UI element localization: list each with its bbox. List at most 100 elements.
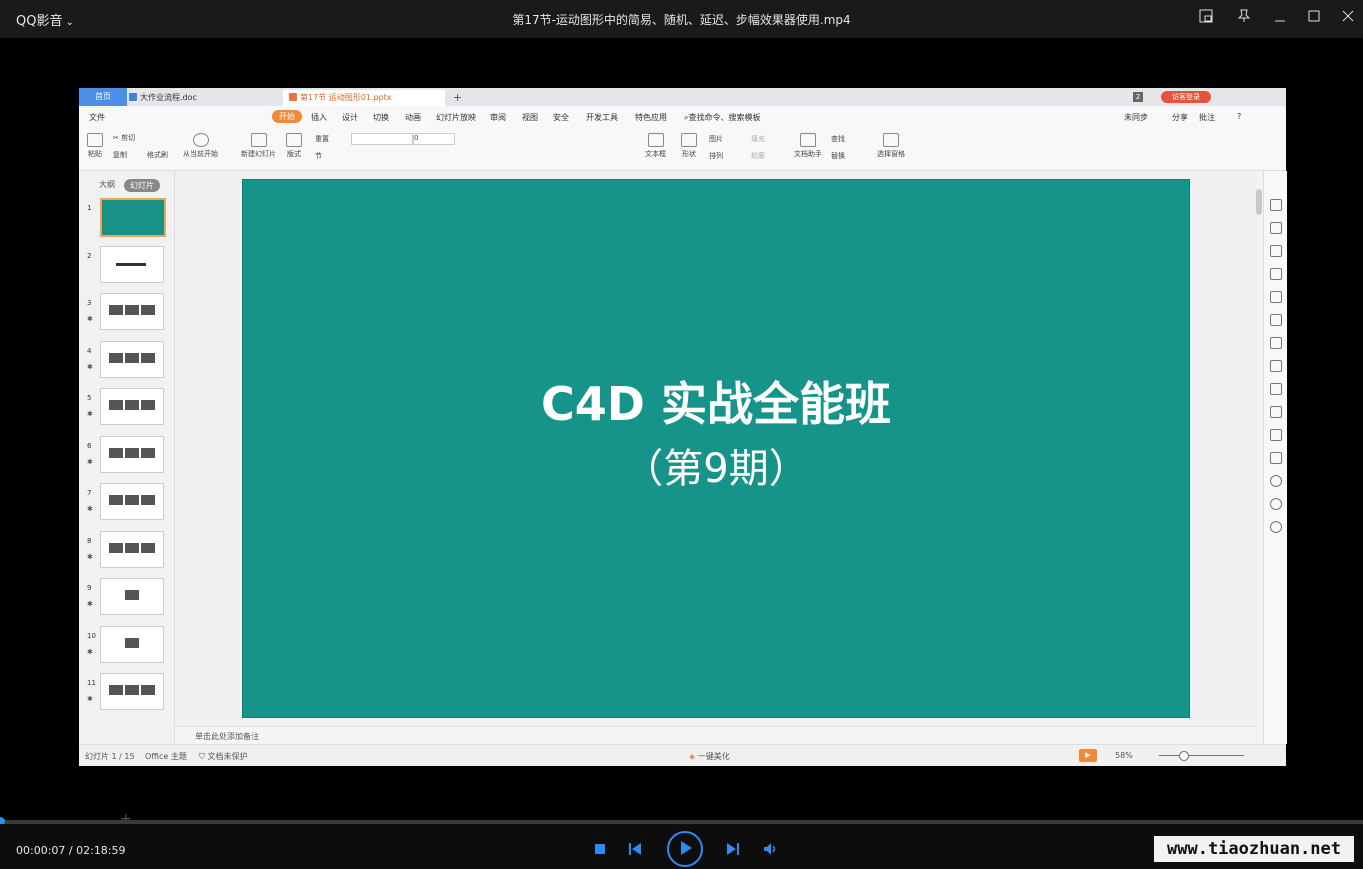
menu-animation[interactable]: 动画 — [405, 112, 421, 123]
slide-thumbnail-row[interactable]: 4 ✱ — [79, 340, 174, 381]
arrange-button[interactable]: 排列 — [709, 151, 723, 161]
theme-name[interactable]: Office 主题 — [145, 751, 187, 762]
slide-thumbnail-row[interactable]: 3 ✱ — [79, 293, 174, 333]
pip-icon[interactable] — [1195, 8, 1217, 30]
slide-thumbnail-row[interactable]: 10 ✱ — [79, 625, 174, 666]
textbox-button[interactable]: 文本框 — [645, 133, 666, 159]
tool-icon-5[interactable] — [1270, 291, 1282, 303]
sound-icon[interactable] — [1270, 452, 1282, 464]
font-family-select[interactable] — [351, 133, 413, 145]
menu-design[interactable]: 设计 — [342, 112, 358, 123]
tool-icon-7[interactable] — [1270, 337, 1282, 349]
slide-thumbnail-row[interactable]: 9 ✱ — [79, 578, 174, 618]
scrollbar-thumb[interactable] — [1256, 189, 1262, 215]
slide-thumbnail[interactable] — [100, 293, 164, 330]
play-slideshow-button[interactable]: ▶ — [1079, 749, 1097, 762]
image-icon[interactable] — [1270, 429, 1282, 441]
section-button[interactable]: 节 — [315, 151, 322, 161]
copy-button[interactable]: 复制 — [113, 150, 127, 160]
minimize-icon[interactable] — [1269, 8, 1291, 30]
slide-subtitle[interactable]: （第9期） — [243, 436, 1189, 494]
tool-icon-2[interactable] — [1270, 222, 1282, 234]
picture-button[interactable]: 图片 — [709, 134, 723, 144]
slide-thumbnail[interactable] — [100, 483, 164, 520]
font-size-select[interactable]: 0 — [413, 133, 455, 145]
menu-security[interactable]: 安全 — [553, 112, 569, 123]
protect-status[interactable]: ⛉ 文档未保护 — [199, 751, 248, 762]
new-tab-button[interactable]: + — [447, 90, 468, 106]
new-slide-button[interactable]: 新建幻灯片 — [241, 133, 276, 159]
share-button[interactable]: 分享 — [1172, 112, 1188, 123]
tool-icon-1[interactable] — [1270, 199, 1282, 211]
close-icon[interactable] — [1337, 8, 1359, 30]
menu-home[interactable]: 开始 — [272, 110, 302, 123]
play-from-current-button[interactable]: 从当前开始 — [183, 133, 218, 159]
slide-thumbnail[interactable] — [100, 435, 164, 473]
slide-thumbnail-row[interactable]: 11 ✱ — [79, 673, 174, 713]
tab-doc[interactable]: 大作业流程.doc — [123, 90, 285, 106]
find-button[interactable]: 查找 — [831, 134, 845, 144]
slide-thumbnail[interactable] — [100, 530, 164, 568]
menu-transition[interactable]: 切换 — [373, 112, 389, 123]
volume-icon[interactable] — [763, 841, 779, 860]
shape-button[interactable]: 形状 — [681, 133, 697, 159]
chart-icon[interactable] — [1270, 314, 1282, 326]
help-icon[interactable] — [1270, 521, 1282, 533]
slide-title[interactable]: C4D 实战全能班 — [243, 368, 1189, 434]
menu-features[interactable]: 特色应用 — [635, 112, 667, 123]
slide-thumbnail-row[interactable]: 2 — [79, 245, 174, 286]
help-button[interactable]: ? — [1237, 112, 1241, 121]
select-pane-button[interactable]: 选择窗格 — [877, 133, 905, 159]
sync-status[interactable]: 未同步 — [1124, 112, 1148, 123]
replace-button[interactable]: 替换 — [831, 151, 845, 161]
layout-button[interactable]: 版式 — [286, 133, 302, 159]
slide-thumbnail-row[interactable]: 1 — [79, 198, 174, 238]
slide-thumbnail[interactable] — [100, 578, 164, 615]
current-slide[interactable]: C4D 实战全能班 （第9期） — [242, 179, 1190, 718]
fill-button[interactable]: 填充 — [751, 134, 765, 144]
comment-button[interactable]: 批注 — [1199, 112, 1215, 123]
play-icon[interactable] — [667, 831, 703, 867]
zoom-slider[interactable] — [1159, 755, 1244, 756]
tool-icon-8[interactable] — [1270, 360, 1282, 372]
format-painter-button[interactable]: 格式刷 — [147, 150, 168, 160]
outline-button[interactable]: 轮廓 — [751, 151, 765, 161]
slide-thumbnail[interactable] — [100, 388, 164, 425]
tab-home[interactable]: 首页 — [79, 88, 127, 106]
menu-insert[interactable]: 插入 — [311, 112, 327, 123]
slide-thumbnail[interactable] — [100, 673, 164, 710]
tab-slides[interactable]: 幻灯片 — [124, 179, 160, 192]
tool-icon-4[interactable] — [1270, 268, 1282, 280]
zoom-slider-knob[interactable] — [1179, 751, 1189, 761]
next-icon[interactable] — [726, 841, 740, 860]
tool-icon-13[interactable] — [1270, 475, 1282, 487]
notes-area[interactable]: 单击此处添加备注 — [175, 726, 1255, 745]
command-search[interactable]: ⌕查找命令、搜索模板 — [684, 112, 760, 123]
slide-thumbnail[interactable] — [100, 340, 164, 378]
slide-thumbnail-row[interactable]: 8 ✱ — [79, 530, 174, 571]
vertical-scrollbar[interactable] — [1255, 171, 1263, 726]
slide-thumbnail-row[interactable]: 5 ✱ — [79, 388, 174, 428]
tool-icon-9[interactable] — [1270, 383, 1282, 395]
slide-thumbnail[interactable] — [100, 625, 164, 663]
pin-icon[interactable] — [1233, 8, 1255, 30]
login-button[interactable]: 访客登录 — [1161, 91, 1211, 103]
reset-button[interactable]: 重置 — [315, 134, 329, 144]
slide-canvas[interactable]: C4D 实战全能班 （第9期） — [175, 171, 1255, 744]
menu-file[interactable]: 文件 — [89, 112, 105, 123]
history-icon[interactable] — [1270, 498, 1282, 510]
stop-icon[interactable] — [595, 844, 605, 854]
slide-thumbnail-row[interactable]: 7 ✱ — [79, 483, 174, 523]
slide-thumbnail[interactable] — [100, 198, 166, 237]
tool-icon-10[interactable] — [1270, 406, 1282, 418]
menu-view[interactable]: 视图 — [522, 112, 538, 123]
doc-helper-button[interactable]: 文档助手 — [794, 133, 822, 159]
menu-review[interactable]: 审阅 — [490, 112, 506, 123]
slide-thumbnail[interactable] — [100, 245, 164, 283]
cut-button[interactable]: ✂ 剪切 — [113, 133, 135, 143]
tab-ppt[interactable]: 第17节 运动图形01.pptx — [283, 90, 445, 106]
menu-slideshow[interactable]: 幻灯片放映 — [436, 112, 476, 123]
beautify-button[interactable]: ◈ 一键美化 — [689, 751, 730, 762]
maximize-icon[interactable] — [1303, 8, 1325, 30]
slide-thumbnail-row[interactable]: 6 ✱ — [79, 435, 174, 476]
